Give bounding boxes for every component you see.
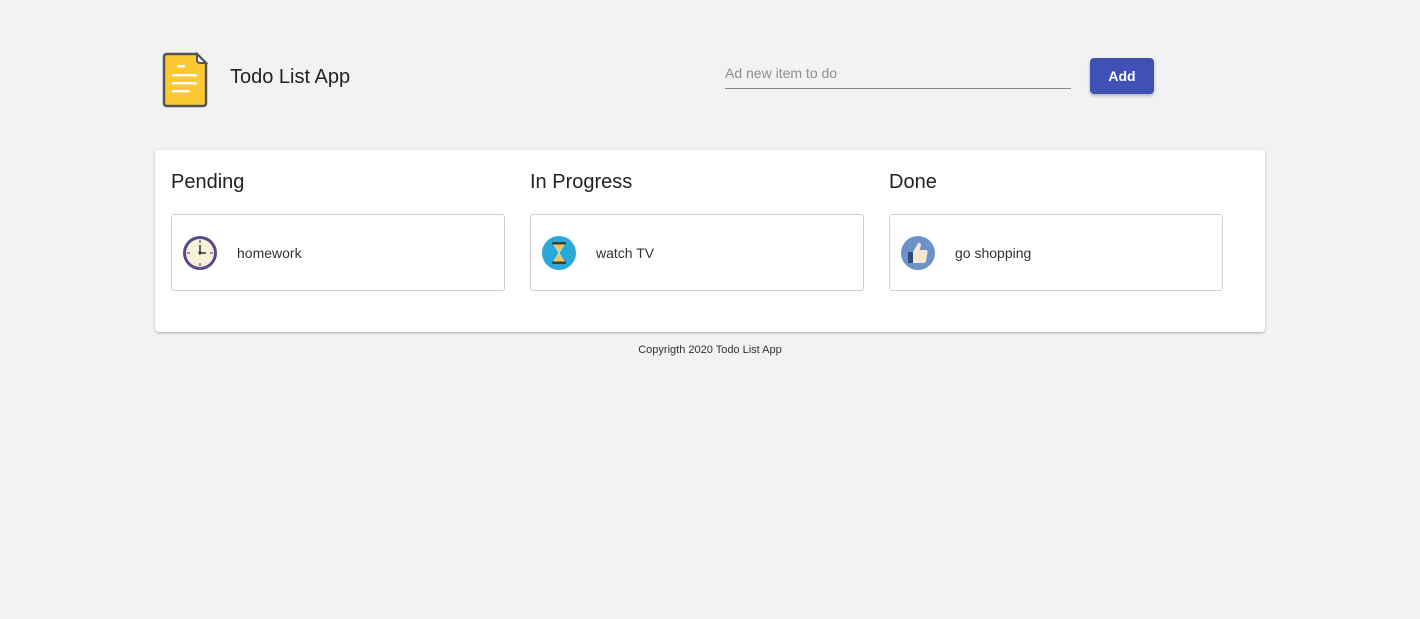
column-done: Done go shopping [889,150,1223,332]
document-note-icon [162,52,208,108]
column-pending: Pending homework [171,150,505,332]
thumbs-up-icon [901,236,935,270]
column-title: In Progress [530,171,633,193]
app-title: Todo List App [230,66,351,88]
task-board: Pending homework In Progress watch TV Do… [155,150,1265,332]
task-card[interactable]: homework [171,214,505,291]
hourglass-icon [542,236,576,270]
column-in-progress: In Progress watch TV [530,150,864,332]
new-item-input[interactable] [725,62,1071,89]
column-title: Done [889,171,937,193]
app-header: Todo List App Add [0,0,1420,130]
footer-copyright: Copyrigth 2020 Todo List App [638,344,782,356]
column-title: Pending [171,171,245,193]
clock-icon [183,236,217,270]
task-label: go shopping [955,245,1032,261]
add-button[interactable]: Add [1090,58,1154,94]
task-label: watch TV [596,245,655,261]
task-label: homework [237,245,302,261]
task-card[interactable]: go shopping [889,214,1223,291]
task-card[interactable]: watch TV [530,214,864,291]
